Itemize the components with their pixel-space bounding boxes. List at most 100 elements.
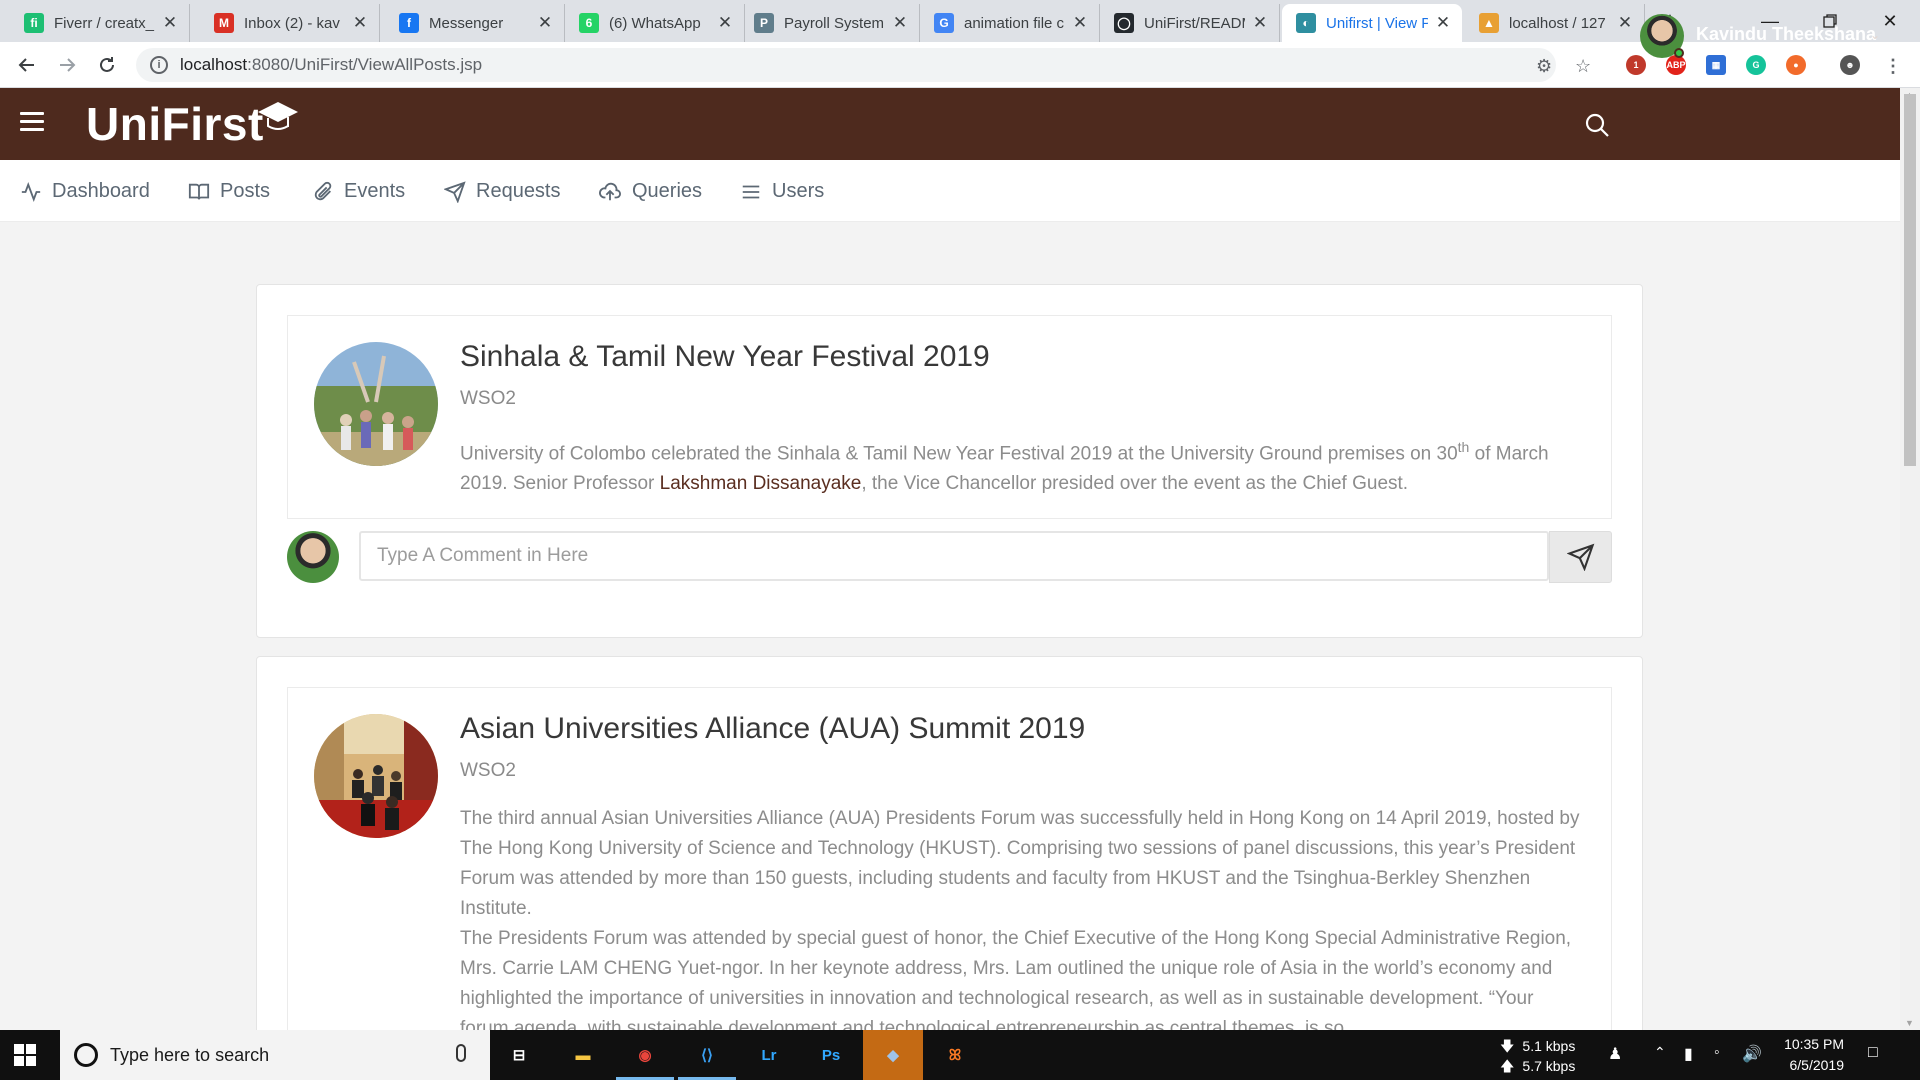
list-icon <box>742 185 760 198</box>
close-tab-icon[interactable]: ✕ <box>1616 13 1634 33</box>
extension-cookie-icon[interactable]: 1 <box>1626 55 1646 75</box>
tab-title: Unifirst | View P <box>1326 14 1428 32</box>
menu-toggle-icon[interactable] <box>20 112 44 131</box>
post-paragraph: The Presidents Forum was attended by spe… <box>460 928 1572 1039</box>
online-status-dot <box>1674 48 1684 58</box>
post-container: Sinhala & Tamil New Year Festival 2019 W… <box>256 284 1643 638</box>
browser-tab[interactable]: 6 (6) WhatsApp ✕ <box>565 4 745 42</box>
tab-title: Messenger <box>429 14 504 32</box>
post-title[interactable]: Asian Universities Alliance (AUA) Summit… <box>460 712 1085 746</box>
grammarly-icon[interactable]: G <box>1746 55 1766 75</box>
search-icon[interactable] <box>1584 112 1610 138</box>
browser-tab[interactable]: fi Fiverr / creatx_ ✕ <box>10 4 190 42</box>
file-explorer-icon[interactable]: ▬ <box>566 1038 600 1072</box>
browser-tab[interactable]: f Messenger ✕ <box>385 4 565 42</box>
xampp-icon[interactable]: ꕤ <box>938 1038 972 1072</box>
close-tab-icon[interactable]: ✕ <box>536 13 554 33</box>
user-name[interactable]: Kavindu Theekshana <box>1696 24 1876 45</box>
windows-start-icon[interactable] <box>14 1044 36 1066</box>
tab-title: Fiverr / creatx_ <box>54 14 155 32</box>
taskbar-search-placeholder: Type here to search <box>110 1044 270 1065</box>
notifications-icon[interactable]: □ <box>1868 1044 1878 1062</box>
forward-button[interactable] <box>52 50 82 80</box>
fiverr-favicon-icon: fi <box>24 13 44 33</box>
payroll-favicon-icon: P <box>754 13 774 33</box>
lightroom-icon[interactable]: Lr <box>752 1038 786 1072</box>
bookmark-star-icon[interactable]: ☆ <box>1575 56 1591 77</box>
browser-tab[interactable]: ◯ UniFirst/READM ✕ <box>1100 4 1280 42</box>
task-view-icon[interactable]: ⊟ <box>502 1038 536 1072</box>
microphone-icon[interactable] <box>456 1044 466 1062</box>
comment-input[interactable] <box>359 531 1549 581</box>
tab-title: animation file c <box>964 14 1065 32</box>
net-upload: 5.7 kbps <box>1522 1058 1576 1074</box>
close-tab-icon[interactable]: ✕ <box>1434 13 1452 33</box>
browser-tab[interactable]: P Payroll System ✕ <box>740 4 920 42</box>
browser-menu-icon[interactable]: ⋮ <box>1884 56 1902 77</box>
comment-row <box>287 531 1612 583</box>
whatsapp-favicon-icon: 6 <box>579 13 599 33</box>
chevron-down-icon[interactable]: ⌄ <box>1870 28 1880 42</box>
virtualbox-icon[interactable]: ◆ <box>863 1030 923 1080</box>
vscode-icon[interactable]: ⟨⟩ <box>678 1038 736 1080</box>
close-tab-icon[interactable]: ✕ <box>891 13 909 33</box>
scroll-down-arrow-icon[interactable]: ▼ <box>1905 1018 1914 1028</box>
profile-avatar-icon[interactable]: ☻ <box>1840 55 1860 75</box>
nav-item-dashboard[interactable]: Dashboard <box>20 180 150 203</box>
browser-tab[interactable]: M Inbox (2) - kav ✕ <box>200 4 380 42</box>
nav-item-requests[interactable]: Requests <box>444 180 561 203</box>
main-nav: Dashboard Posts Events Requests Queries … <box>0 160 1900 222</box>
url-path: :8080/UniFirst/ViewAllPosts.jsp <box>247 55 483 74</box>
browser-tab-strip: fi Fiverr / creatx_ ✕ M Inbox (2) - kav ✕ f Mes… <box>0 0 1920 42</box>
close-tab-icon[interactable]: ✕ <box>351 13 369 33</box>
wifi-icon[interactable]: ◦ <box>1714 1044 1720 1062</box>
tab-title: Payroll System <box>784 14 885 32</box>
app-logo[interactable]: UniFirst <box>86 96 300 152</box>
network-speed: 🡇 5.1 kbps 🡅 5.7 kbps <box>1500 1038 1576 1074</box>
taskbar-search-box[interactable]: Type here to search <box>60 1030 490 1080</box>
tab-title: Inbox (2) - kav <box>244 14 340 32</box>
nav-item-queries[interactable]: Queries <box>598 180 702 203</box>
close-tab-icon[interactable]: ✕ <box>1071 13 1089 33</box>
adblock-plus-icon[interactable]: ABP <box>1666 55 1686 75</box>
nav-item-posts[interactable]: Posts <box>188 180 270 203</box>
browser-tab[interactable]: ◐ Unifirst | View P ✕ <box>1282 4 1462 42</box>
post-image[interactable] <box>314 342 438 466</box>
post-organization: WSO2 <box>460 760 516 781</box>
reload-button[interactable] <box>92 50 122 80</box>
address-bar[interactable]: i localhost:8080/UniFirst/ViewAllPosts.j… <box>136 48 1556 82</box>
chevron-up-icon[interactable]: ⌃ <box>1654 1044 1666 1061</box>
net-download: 5.1 kbps <box>1522 1038 1576 1054</box>
translate-icon[interactable]: ⚙ <box>1536 56 1552 77</box>
people-icon[interactable]: ♟ <box>1608 1044 1622 1064</box>
close-tab-icon[interactable]: ✕ <box>716 13 734 33</box>
extension-orange-icon[interactable]: ● <box>1786 55 1806 75</box>
send-icon <box>1566 543 1594 571</box>
post-image[interactable] <box>314 714 438 838</box>
facebook-favicon-icon: f <box>399 13 419 33</box>
system-clock[interactable]: 10:35 PM 6/5/2019 <box>1770 1034 1844 1076</box>
browser-tab[interactable]: ▲ localhost / 127 ✕ <box>1465 4 1645 42</box>
send-comment-button[interactable] <box>1549 531 1612 583</box>
browser-tab[interactable]: Ganimation file c ✕ <box>920 4 1100 42</box>
nav-item-users[interactable]: Users <box>740 180 824 203</box>
photoshop-icon[interactable]: Ps <box>814 1038 848 1072</box>
chrome-icon[interactable]: ◉ <box>616 1038 674 1080</box>
nav-item-events[interactable]: Events <box>312 180 405 203</box>
post-card: Asian Universities Alliance (AUA) Summit… <box>287 687 1612 1080</box>
scrollbar-thumb[interactable] <box>1904 94 1916 466</box>
graduation-cap-icon <box>257 102 298 130</box>
page-scrollbar[interactable]: ▲ ▼ <box>1900 88 1920 1030</box>
back-arrow-icon <box>18 58 34 72</box>
site-info-icon[interactable]: i <box>150 56 168 74</box>
back-button[interactable] <box>12 50 42 80</box>
clock-time: 10:35 PM <box>1784 1036 1844 1052</box>
close-tab-icon[interactable]: ✕ <box>161 13 179 33</box>
extension-save-icon[interactable]: ▦ <box>1706 55 1726 75</box>
volume-icon[interactable]: 🔊 <box>1742 1044 1762 1064</box>
post-card: Sinhala & Tamil New Year Festival 2019 W… <box>287 315 1612 519</box>
battery-icon[interactable]: ▮ <box>1684 1044 1693 1064</box>
post-title[interactable]: Sinhala & Tamil New Year Festival 2019 <box>460 340 990 374</box>
close-tab-icon[interactable]: ✕ <box>1251 13 1269 33</box>
nav-label: Events <box>344 180 406 202</box>
